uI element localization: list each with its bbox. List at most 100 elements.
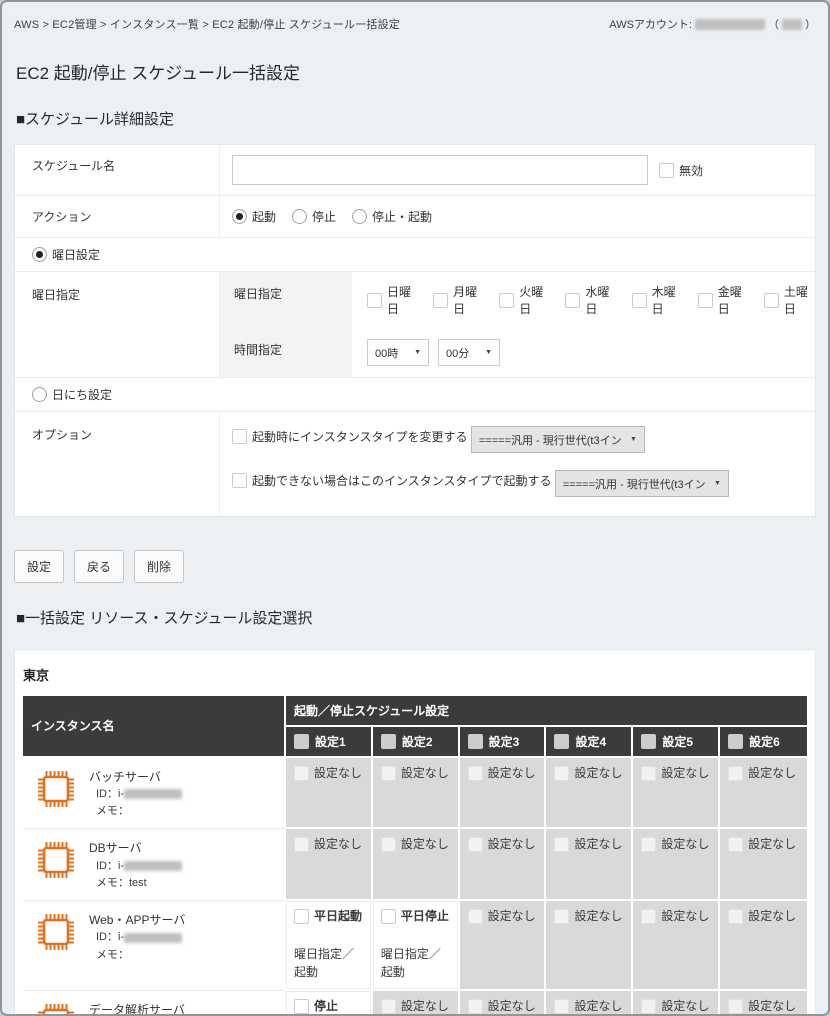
section-heading-detail: ■スケジュール詳細設定 [16, 108, 816, 129]
date-mode-radio[interactable] [32, 387, 47, 402]
schedule-checkbox[interactable] [554, 766, 569, 781]
schedule-cell: 停止曜日指定／停止 [286, 991, 373, 1016]
schedule-cell: 設定なし [720, 991, 807, 1016]
weekday-sub-label: 曜日指定 [220, 272, 352, 328]
schedule-checkbox[interactable] [554, 837, 569, 852]
setting3-select-all-checkbox[interactable] [468, 734, 483, 749]
schedule-checkbox[interactable] [468, 999, 483, 1014]
schedule-checkbox[interactable] [381, 909, 396, 924]
setting2-select-all-checkbox[interactable] [381, 734, 396, 749]
schedule-cell: 設定なし [286, 758, 373, 830]
schedule-checkbox[interactable] [381, 999, 396, 1014]
setting1-label: 設定1 [315, 735, 346, 749]
schedule-checkbox[interactable] [728, 766, 743, 781]
schedule-name-input[interactable] [232, 155, 648, 185]
day-friday-checkbox[interactable] [698, 293, 713, 308]
day-wednesday-checkbox[interactable] [565, 293, 580, 308]
setting5-header: 設定5 [633, 727, 720, 758]
action-stopstart-radio[interactable] [352, 209, 367, 224]
schedule-checkbox[interactable] [294, 766, 309, 781]
submit-button[interactable]: 設定 [14, 550, 64, 583]
schedule-checkbox[interactable] [554, 909, 569, 924]
schedule-checkbox[interactable] [294, 909, 309, 924]
schedule-cell: 平日停止曜日指定／起動 [373, 901, 460, 992]
schedule-checkbox[interactable] [728, 999, 743, 1014]
schedule-checkbox[interactable] [641, 999, 656, 1014]
schedule-checkbox[interactable] [468, 837, 483, 852]
schedule-cell: 設定なし [546, 991, 633, 1016]
minute-select[interactable]: 00分 ▼ [438, 339, 500, 366]
schedule-checkbox[interactable] [294, 999, 309, 1014]
action-start-radio[interactable] [232, 209, 247, 224]
chevron-down-icon: ▼ [714, 480, 721, 487]
day-sunday-checkbox[interactable] [367, 293, 382, 308]
schedule-cell-label: 設定なし [401, 837, 449, 853]
day-monday-checkbox[interactable] [433, 293, 448, 308]
table-row: バッチサーバID：i-メモ：設定なし設定なし設定なし設定なし設定なし設定なし [23, 758, 807, 830]
setting2-header: 設定2 [373, 727, 460, 758]
day-friday-label: 金曜日 [718, 283, 749, 317]
setting3-label: 設定3 [489, 735, 520, 749]
schedule-cell-label: 設定なし [748, 909, 796, 925]
action-stop-radio[interactable] [292, 209, 307, 224]
instance-memo-line: メモ：test [89, 875, 182, 892]
instance-type-select-2[interactable]: =====汎用 - 現行世代(t3イン ▼ [555, 470, 729, 497]
schedule-checkbox[interactable] [641, 766, 656, 781]
day-sunday-label: 日曜日 [387, 283, 418, 317]
schedule-cell-label: 平日停止 [401, 909, 449, 925]
weekday-mode-radio[interactable] [32, 247, 47, 262]
breadcrumb[interactable]: AWS > EC2管理 > インスタンス一覧 > EC2 起動/停止 スケジュー… [14, 16, 400, 32]
instance-type-value-2: =====汎用 - 現行世代(t3イン [563, 476, 706, 492]
schedule-checkbox[interactable] [468, 766, 483, 781]
schedule-cell-label: 設定なし [574, 766, 622, 782]
ec2-instance-icon [35, 911, 77, 953]
schedule-cell-label: 設定なし [488, 999, 536, 1015]
schedule-checkbox[interactable] [468, 909, 483, 924]
delete-button[interactable]: 削除 [134, 550, 184, 583]
schedule-cell: 設定なし [633, 991, 720, 1016]
setting4-select-all-checkbox[interactable] [554, 734, 569, 749]
table-row: DBサーバID：i-メモ：test設定なし設定なし設定なし設定なし設定なし設定な… [23, 829, 807, 901]
schedule-cell-label: 平日起動 [314, 909, 362, 925]
schedule-checkbox[interactable] [728, 837, 743, 852]
aws-account-label: AWSアカウント: [609, 16, 692, 32]
schedule-checkbox[interactable] [728, 909, 743, 924]
fallback-instance-type-checkbox[interactable] [232, 473, 247, 488]
disabled-checkbox[interactable] [659, 163, 674, 178]
time-sub-label: 時間指定 [220, 328, 352, 377]
schedule-checkbox[interactable] [554, 999, 569, 1014]
schedule-cell: 設定なし [373, 991, 460, 1016]
schedule-checkbox[interactable] [641, 837, 656, 852]
instance-type-select-1[interactable]: =====汎用 - 現行世代(t3イン ▼ [471, 426, 645, 453]
change-instance-type-checkbox[interactable] [232, 429, 247, 444]
day-checkbox-group: 日曜日 月曜日 火曜日 水曜日 木曜日 金曜日 土曜日 [352, 272, 815, 328]
redacted-instance-id [124, 861, 182, 871]
schedule-cell-label: 設定なし [748, 999, 796, 1015]
schedule-checkbox[interactable] [381, 766, 396, 781]
schedule-checkbox[interactable] [641, 909, 656, 924]
change-instance-type-label: 起動時にインスタンスタイプを変更する [252, 428, 468, 445]
instance-name: DBサーバ [89, 839, 182, 858]
schedule-name-label: スケジュール名 [15, 145, 220, 195]
setting6-select-all-checkbox[interactable] [728, 734, 743, 749]
day-tuesday-checkbox[interactable] [499, 293, 514, 308]
schedule-cell-label: 設定なし [401, 999, 449, 1015]
hour-select[interactable]: 00時 ▼ [367, 339, 429, 366]
schedule-checkbox[interactable] [294, 837, 309, 852]
day-saturday-checkbox[interactable] [764, 293, 779, 308]
schedule-cell: 設定なし [720, 901, 807, 992]
option-label: オプション [15, 412, 220, 516]
schedule-cell-label: 設定なし [314, 766, 362, 782]
day-thursday-checkbox[interactable] [632, 293, 647, 308]
schedule-cell-label: 設定なし [748, 766, 796, 782]
schedule-checkbox[interactable] [381, 837, 396, 852]
setting1-select-all-checkbox[interactable] [294, 734, 309, 749]
disabled-label: 無効 [679, 162, 703, 179]
redacted-instance-id [124, 933, 182, 943]
table-row: Web・APPサーバID：i-メモ：平日起動曜日指定／起動平日停止曜日指定／起動… [23, 901, 807, 992]
back-button[interactable]: 戻る [74, 550, 124, 583]
instance-cell: バッチサーバID：i-メモ： [23, 758, 286, 830]
setting5-select-all-checkbox[interactable] [641, 734, 656, 749]
instance-name: Web・APPサーバ [89, 911, 185, 930]
button-row: 設定 戻る 削除 [14, 550, 816, 583]
